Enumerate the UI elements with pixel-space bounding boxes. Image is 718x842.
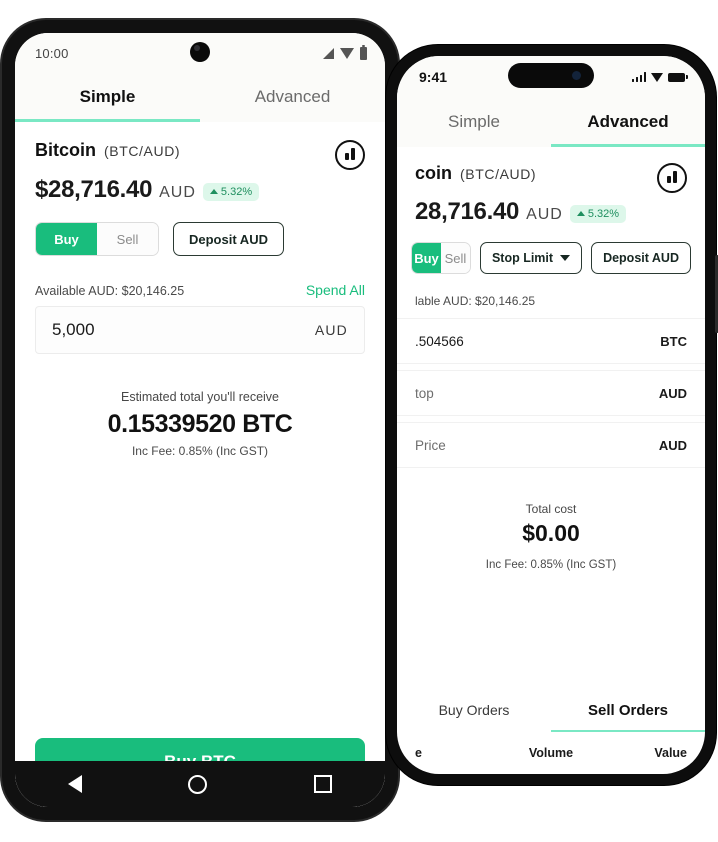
bar-chart-icon[interactable] — [657, 163, 687, 193]
battery-icon — [360, 44, 367, 60]
coin-name: coin — [415, 163, 453, 183]
deposit-aud-button[interactable]: Deposit AUD — [591, 242, 691, 274]
stop-field-value: top — [415, 385, 434, 401]
bar-chart-icon[interactable] — [335, 140, 365, 170]
estimate-block: Estimated total you'll receive 0.1533952… — [15, 354, 385, 458]
wifi-icon — [340, 47, 354, 59]
price-currency: AUD — [526, 206, 563, 223]
wifi-icon — [651, 72, 663, 82]
iphone-screen: 9:41 Simple Advanced coin (BTC/AUD) 28,7… — [397, 56, 705, 774]
home-icon[interactable] — [188, 774, 208, 794]
coin-header: Bitcoin (BTC/AUD) — [15, 122, 385, 170]
total-cost-fee: Inc Fee: 0.85% (Inc GST) — [485, 559, 617, 571]
android-system-nav-bar — [15, 761, 385, 807]
price-change-badge: 5.32% — [569, 204, 627, 223]
action-row: Buy Sell Stop Limit Deposit AUD — [397, 226, 705, 274]
estimate-fee: Inc Fee: 0.85% (Inc GST) — [131, 444, 269, 458]
buy-sell-toggle: Buy Sell — [35, 222, 159, 256]
caret-up-icon — [209, 189, 218, 194]
amount-input-currency: AUD — [314, 322, 348, 338]
amount-field-currency: BTC — [660, 333, 687, 349]
available-balance-label: Available AUD: $20,146.25 — [35, 284, 185, 298]
total-cost-label: Total cost — [525, 502, 577, 516]
coin-name: Bitcoin — [35, 140, 96, 160]
price-field-currency: AUD — [658, 437, 687, 453]
status-time: 9:41 — [419, 69, 448, 85]
column-header-price: e — [415, 746, 422, 760]
coin-price: 28,716.40 — [415, 198, 520, 225]
iphone-content: coin (BTC/AUD) 28,716.40 AUD 5.32% Buy S… — [397, 147, 705, 774]
android-status-bar: 10:00 — [15, 33, 385, 73]
estimate-value: 0.15339520 BTC — [107, 410, 293, 438]
available-balance-label: lable AUD: $20,146.25 — [415, 294, 536, 308]
status-icons — [631, 72, 688, 82]
android-mode-tabs: Simple Advanced — [15, 73, 385, 122]
android-phone-mockup: 10:00 Simple Advanced Bitcoin (BTC/AUD) — [2, 20, 398, 820]
amount-field[interactable]: .504566 BTC — [397, 318, 705, 364]
buy-button[interactable]: Buy — [36, 223, 97, 255]
price-row: 28,716.40 AUD 5.32% — [397, 193, 705, 226]
chevron-down-icon — [560, 255, 571, 261]
amount-input[interactable]: 5,000 AUD — [35, 306, 365, 354]
price-row: $28,716.40 AUD 5.32% — [15, 170, 385, 204]
coin-pair: (BTC/AUD) — [104, 143, 181, 159]
coin-pair: (BTC/AUD) — [460, 166, 537, 182]
price-field[interactable]: Price AUD — [397, 422, 705, 468]
amount-field-value: .504566 — [415, 333, 464, 349]
buy-sell-toggle: Buy Sell — [411, 242, 471, 274]
price-currency: AUD — [159, 184, 196, 201]
tab-simple[interactable]: Simple — [15, 73, 200, 122]
tab-advanced[interactable]: Advanced — [551, 98, 705, 147]
signal-icon — [323, 47, 334, 59]
sell-button[interactable]: Sell — [97, 223, 158, 255]
coin-title: coin (BTC/AUD) — [415, 163, 536, 184]
price-change-badge: 5.32% — [202, 182, 260, 201]
recents-icon[interactable] — [313, 775, 332, 793]
coin-price: $28,716.40 — [35, 176, 153, 203]
android-content: Bitcoin (BTC/AUD) $28,716.40 AUD 5.32% B… — [15, 122, 385, 806]
price-change-value: 5.32% — [587, 207, 620, 220]
total-cost-value: $0.00 — [522, 520, 580, 546]
coin-header: coin (BTC/AUD) — [397, 147, 705, 193]
spend-all-button[interactable]: Spend All — [306, 282, 365, 298]
caret-up-icon — [576, 211, 585, 216]
price-field-value: Price — [415, 437, 446, 453]
column-header-value: Value — [654, 746, 688, 760]
status-time: 10:00 — [35, 45, 69, 61]
tab-advanced[interactable]: Advanced — [200, 73, 385, 122]
stop-field[interactable]: top AUD — [397, 370, 705, 416]
status-icons — [323, 44, 367, 60]
action-row: Buy Sell Deposit AUD — [15, 204, 385, 256]
order-book-tabs: Buy Orders Sell Orders — [397, 690, 705, 732]
coin-title: Bitcoin (BTC/AUD) — [35, 140, 180, 161]
iphone-mode-tabs: Simple Advanced — [397, 98, 705, 147]
tab-buy-orders[interactable]: Buy Orders — [397, 690, 551, 732]
estimate-label: Estimated total you'll receive — [120, 390, 279, 404]
back-icon[interactable] — [68, 775, 83, 793]
iphone-mockup: 9:41 Simple Advanced coin (BTC/AUD) 28,7… — [386, 45, 718, 785]
tab-simple[interactable]: Simple — [397, 98, 551, 147]
price-change-value: 5.32% — [220, 185, 253, 198]
sell-button[interactable]: Sell — [440, 243, 470, 273]
dynamic-island — [508, 63, 594, 88]
iphone-status-bar: 9:41 — [397, 56, 705, 98]
tab-sell-orders[interactable]: Sell Orders — [551, 690, 705, 732]
column-header-volume: Volume — [528, 746, 574, 760]
camera-punch-hole-icon — [190, 42, 210, 62]
available-row: Available AUD: $20,146.25 Spend All — [15, 256, 385, 298]
amount-input-value: 5,000 — [52, 320, 95, 339]
stop-field-currency: AUD — [658, 385, 687, 401]
order-book-header-row: e Volume Value — [397, 732, 705, 774]
android-screen: 10:00 Simple Advanced Bitcoin (BTC/AUD) — [15, 33, 385, 807]
cellular-icon — [631, 72, 646, 82]
battery-icon — [668, 72, 688, 82]
total-cost-block: Total cost $0.00 Inc Fee: 0.85% (Inc GST… — [397, 468, 705, 571]
order-type-label: Stop Limit — [491, 251, 554, 265]
deposit-aud-button[interactable]: Deposit AUD — [173, 222, 284, 256]
order-type-dropdown[interactable]: Stop Limit — [479, 242, 583, 274]
buy-button[interactable]: Buy — [412, 243, 441, 273]
